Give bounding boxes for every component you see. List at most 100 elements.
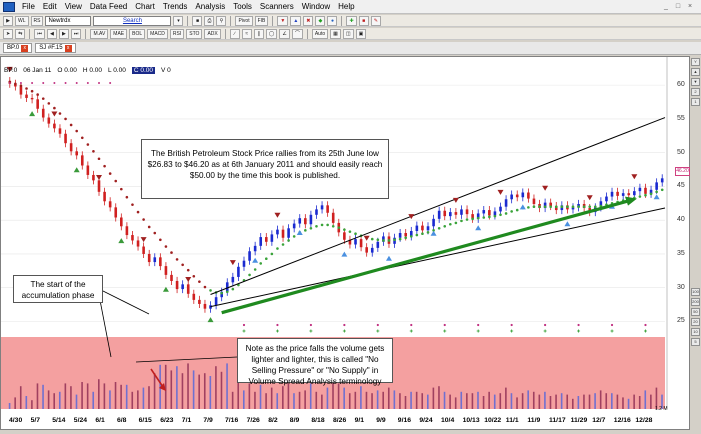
- ma-point: [131, 203, 134, 206]
- grid-icon[interactable]: ▦: [330, 28, 341, 39]
- channel-tool-icon[interactable]: ∥: [253, 28, 264, 39]
- fib-button[interactable]: FIB: [254, 15, 269, 26]
- x-tick-label: 5/14: [52, 417, 66, 424]
- maximize-icon[interactable]: □: [673, 2, 683, 11]
- erase-tool-icon[interactable]: ■: [358, 15, 369, 26]
- auto-button[interactable]: Auto: [311, 28, 329, 39]
- menu-trends[interactable]: Trends: [159, 0, 192, 14]
- indicator-bol-button[interactable]: BOL: [129, 28, 146, 39]
- bottom-dot-marker: [477, 323, 480, 327]
- volume-bar: [226, 363, 228, 409]
- ma-point: [488, 215, 491, 219]
- y-tick-label: 60: [677, 81, 685, 89]
- print-icon[interactable]: ⎙: [204, 15, 215, 26]
- side-scale-button[interactable]: ▼: [691, 78, 700, 86]
- ma-point: [292, 235, 296, 238]
- side-scale-button[interactable]: 5: [691, 338, 700, 346]
- last-bar-icon[interactable]: ⏭: [70, 28, 82, 39]
- trend-down-icon[interactable]: ▼: [277, 15, 289, 26]
- side-scale-button[interactable]: 50: [691, 308, 700, 316]
- prev-bar-icon[interactable]: ◀: [46, 28, 57, 39]
- tab-bp[interactable]: BP.0 x: [3, 43, 33, 53]
- x-tick-label: 7/16: [225, 417, 239, 424]
- menu-view[interactable]: View: [61, 0, 86, 14]
- ma-point: [153, 231, 157, 235]
- indicator-rsi-button[interactable]: RSI: [169, 28, 185, 39]
- menu-edit[interactable]: Edit: [39, 0, 61, 14]
- side-scale-button[interactable]: 100: [691, 288, 700, 296]
- volume-bar: [427, 394, 429, 409]
- compare-icon[interactable]: ⇆: [15, 28, 26, 39]
- open-folder-icon[interactable]: ▶: [3, 15, 13, 26]
- side-scale-button[interactable]: 10: [691, 328, 700, 336]
- candle-body: [58, 128, 62, 134]
- pivot-button[interactable]: Pivot: [235, 15, 253, 26]
- ellipse-tool-icon[interactable]: ◯: [265, 28, 278, 39]
- indicator-mav-button[interactable]: M.AV: [90, 28, 109, 39]
- sell-signal-marker: [542, 185, 549, 191]
- watchlist-button[interactable]: WL: [15, 15, 29, 26]
- side-scale-button[interactable]: 200: [691, 298, 700, 306]
- first-bar-icon[interactable]: ⏮: [34, 28, 45, 39]
- signal-icon[interactable]: ◆: [315, 15, 326, 26]
- indicator-sto-button[interactable]: STO: [186, 28, 203, 39]
- layout-icon[interactable]: ◫: [342, 28, 354, 39]
- menu-file[interactable]: File: [18, 0, 39, 14]
- menu-tools[interactable]: Tools: [229, 0, 256, 14]
- indicator-macd-button[interactable]: MACD: [147, 28, 168, 39]
- side-scale-button[interactable]: ▲: [691, 68, 700, 76]
- top-dot-marker: [98, 82, 101, 84]
- cursor-icon[interactable]: ➤: [3, 28, 14, 39]
- side-scale-button[interactable]: Y: [691, 58, 700, 66]
- menu-chart[interactable]: Chart: [131, 0, 159, 14]
- tab-sj[interactable]: SJ #F.15 x: [35, 43, 76, 53]
- trend-up-icon[interactable]: ▲: [290, 15, 302, 26]
- fan-tool-icon[interactable]: ∠: [279, 28, 290, 39]
- dropdown-chevron-icon[interactable]: ▾: [173, 15, 184, 26]
- indicator-adx-button[interactable]: ADX: [204, 28, 221, 39]
- close-icon[interactable]: ×: [685, 2, 695, 11]
- close-tab-icon[interactable]: x: [21, 44, 29, 52]
- volume-bar: [131, 391, 134, 409]
- sell-signal-marker: [140, 237, 147, 243]
- symbol-input[interactable]: Newtrdx: [45, 15, 92, 26]
- side-scale-button[interactable]: 2: [691, 88, 700, 96]
- close-tab-icon[interactable]: x: [64, 44, 72, 52]
- menu-help[interactable]: Help: [334, 0, 358, 14]
- rs-button[interactable]: RS: [30, 15, 44, 26]
- minimize-icon[interactable]: _: [661, 2, 671, 11]
- search-field[interactable]: Search: [93, 15, 172, 26]
- draw-tool-icon[interactable]: ✚: [346, 15, 357, 26]
- window-icon[interactable]: ▣: [355, 28, 367, 39]
- chart-area[interactable]: BP.0 06 Jan 11 O 0.00 H 0.00 L 0.00 C 0.…: [0, 56, 690, 430]
- volume-bar: [98, 379, 100, 409]
- sell-signal-marker: [96, 174, 103, 180]
- marker-icon[interactable]: ●: [327, 15, 338, 26]
- next-bar-icon[interactable]: ▶: [58, 28, 69, 39]
- menu-data-feed[interactable]: Data Feed: [86, 0, 131, 14]
- candle-body: [638, 187, 642, 192]
- pen-icon[interactable]: ✎: [370, 15, 381, 26]
- side-scale-button[interactable]: 20: [691, 318, 700, 326]
- volume-bar: [237, 382, 240, 409]
- top-dot-marker: [42, 82, 45, 84]
- menu-window[interactable]: Window: [298, 0, 334, 14]
- menu-analysis[interactable]: Analysis: [191, 0, 229, 14]
- volume-bar: [471, 393, 474, 409]
- indicator-icon[interactable]: ✖: [303, 15, 314, 26]
- x-tick-label: 12/16: [613, 417, 631, 424]
- candle-body: [331, 212, 335, 223]
- wave-tool-icon[interactable]: ≈: [241, 28, 252, 39]
- volume-bar: [8, 403, 11, 409]
- candle-body: [181, 284, 184, 290]
- line-tool-icon[interactable]: ∕: [229, 28, 240, 39]
- volume-bar: [309, 383, 312, 409]
- save-icon[interactable]: ■: [192, 15, 203, 26]
- candle-body: [298, 218, 302, 224]
- menu-scanners[interactable]: Scanners: [256, 0, 298, 14]
- indicator-mae-button[interactable]: MAE: [110, 28, 128, 39]
- zoom-icon[interactable]: ⚲: [216, 15, 227, 26]
- top-dot-marker: [64, 82, 67, 84]
- side-scale-button[interactable]: 1: [691, 98, 700, 106]
- arc-tool-icon[interactable]: ⌒: [291, 28, 303, 39]
